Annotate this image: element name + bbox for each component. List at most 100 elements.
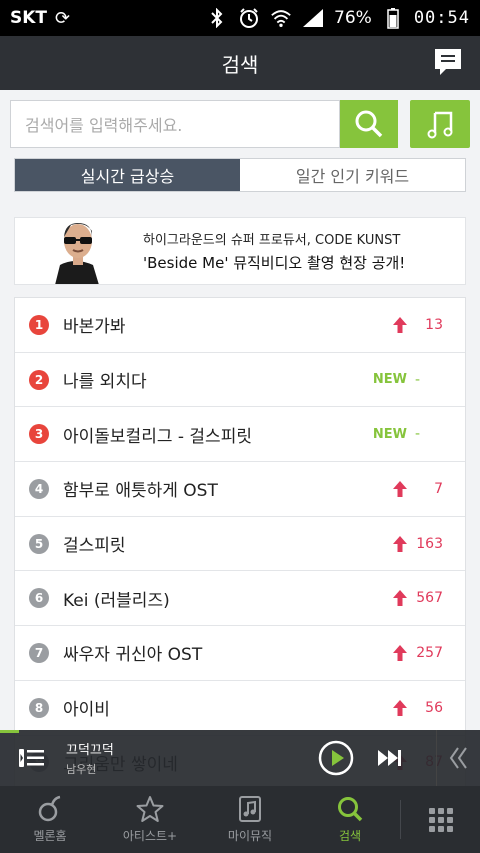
alarm-icon: [238, 7, 260, 29]
keyword-text: Kei (러블리즈): [63, 590, 170, 611]
keyword-list: 1 바본가봐 13 2 나를 외치다 NEW -3 아이돌보컬리그 - 걸스피릿 NEW -4 함부…: [14, 297, 466, 792]
page-title: 검색: [221, 52, 259, 77]
rank-change: NEW -: [373, 407, 443, 461]
nav-label-home: 멜론홈: [33, 829, 67, 843]
keyword-text: 아이돌보컬리그 - 걸스피릿: [63, 426, 252, 447]
search-bar: 검색어를 입력해주세요.: [10, 100, 470, 150]
nav-search[interactable]: 검색: [300, 786, 400, 853]
arrow-up-icon: [393, 535, 407, 552]
play-button[interactable]: [318, 740, 354, 776]
nav-artist-plus[interactable]: 아티스트+: [100, 786, 200, 853]
artist-photo: [15, 218, 125, 284]
rank-change: 56: [393, 681, 443, 735]
new-badge: NEW: [372, 426, 407, 442]
promo-banner[interactable]: 하이그라운드의 슈퍼 프로듀서, CODE KUNST 'Beside Me' …: [14, 217, 466, 285]
banner-text: 하이그라운드의 슈퍼 프로듀서, CODE KUNST 'Beside Me' …: [125, 229, 405, 273]
rank-delta: -: [415, 371, 421, 388]
music-file-icon: [239, 796, 261, 822]
song-title: 끄덕끄덕: [66, 743, 114, 758]
collapse-player-button[interactable]: [436, 730, 480, 786]
rank-change: 257: [393, 626, 443, 680]
rank-badge: 1: [29, 314, 49, 335]
arrow-up-icon: [393, 316, 407, 333]
keyword-text: 함부로 애틋하게 OST: [63, 481, 218, 502]
keyword-text: 걸스피릿: [63, 536, 126, 557]
play-icon: [318, 740, 354, 776]
clock: 00:54: [413, 8, 470, 28]
now-playing: 끄덕끄덕 남우현: [66, 739, 114, 777]
keyword-row[interactable]: 2 나를 외치다 NEW -: [15, 353, 465, 408]
chat-icon[interactable]: [432, 46, 464, 78]
rank-change: 13: [393, 298, 443, 352]
sync-icon: ⟳: [55, 7, 71, 29]
keyword-row[interactable]: 1 바본가봐 13: [15, 298, 465, 353]
menu-grid-button[interactable]: [401, 786, 480, 853]
search-icon: [355, 110, 383, 138]
grid-menu-icon: [428, 807, 453, 832]
song-artist: 남우현: [66, 763, 97, 776]
music-note-icon: [427, 111, 453, 139]
status-icons: 76% 00:54: [206, 7, 470, 29]
wifi-icon: [270, 7, 292, 29]
rank-change: 567: [393, 571, 443, 625]
keyword-row[interactable]: 4 함부로 애틋하게 OST 7: [15, 462, 465, 517]
rank-delta: 13: [425, 316, 443, 333]
rank-delta: -: [415, 426, 421, 443]
battery-percent: 76%: [334, 8, 372, 28]
playlist-icon[interactable]: [18, 746, 46, 770]
rank-badge: 6: [29, 588, 49, 609]
keyword-row[interactable]: 6 Kei (러블리즈) 567: [15, 571, 465, 627]
arrow-up-icon: [393, 644, 407, 661]
arrow-up-icon: [393, 699, 407, 716]
arrow-up-icon: [393, 590, 407, 607]
banner-line-1: 하이그라운드의 슈퍼 프로듀서, CODE KUNST: [143, 233, 401, 248]
nav-melon-home[interactable]: 멜론홈: [0, 786, 100, 853]
keyword-row[interactable]: 7 싸우자 귀신아 OST 257: [15, 626, 465, 681]
mini-player[interactable]: 끄덕끄덕 남우현: [0, 730, 480, 786]
music-search-button[interactable]: [410, 100, 470, 148]
rank-badge: 5: [29, 533, 49, 554]
rank-badge: 8: [29, 697, 49, 718]
app-header: 검색: [0, 36, 480, 90]
keyword-row[interactable]: 3 아이돌보컬리그 - 걸스피릿 NEW -: [15, 407, 465, 463]
keyword-row[interactable]: 8 아이비 56: [15, 681, 465, 736]
rank-delta: 163: [416, 535, 443, 552]
rank-delta: 567: [416, 590, 443, 607]
new-badge: NEW: [372, 372, 407, 388]
keyword-tabs: 실시간 급상승 일간 인기 키워드: [14, 158, 466, 192]
arrow-up-icon: [393, 480, 407, 497]
playback-progress: [0, 730, 20, 733]
next-button[interactable]: [376, 748, 404, 768]
nav-label-mymusic: 마이뮤직: [227, 829, 273, 843]
skip-next-icon: [378, 750, 401, 766]
tab-realtime[interactable]: 실시간 급상승: [15, 159, 240, 191]
rank-badge: 2: [29, 369, 49, 390]
tab-daily[interactable]: 일간 인기 키워드: [240, 159, 465, 191]
rank-change: 163: [393, 517, 443, 571]
bluetooth-icon: [206, 7, 228, 29]
keyword-row[interactable]: 5 걸스피릿 163: [15, 517, 465, 572]
rank-badge: 3: [29, 424, 49, 445]
battery-icon: [382, 7, 404, 29]
signal-icon: [302, 7, 324, 29]
nav-label-search: 검색: [338, 829, 362, 843]
search-button[interactable]: [340, 100, 398, 148]
search-icon: [338, 797, 363, 822]
status-bar: SKT ⟳ 76% 00:54: [0, 0, 480, 36]
rank-change: 7: [393, 462, 443, 516]
melon-note-icon: [38, 795, 61, 822]
rank-badge: 4: [29, 478, 49, 499]
rank-delta: 7: [434, 480, 443, 497]
rank-delta: 257: [416, 644, 443, 661]
search-input[interactable]: 검색어를 입력해주세요.: [10, 100, 340, 148]
bottom-nav: 멜론홈 아티스트+ 마이뮤직 검색: [0, 786, 480, 853]
carrier-label: SKT: [10, 8, 48, 28]
keyword-text: 나를 외치다: [63, 372, 147, 393]
keyword-text: 바본가봐: [63, 317, 126, 338]
rank-delta: 56: [425, 699, 443, 716]
keyword-text: 아이비: [63, 700, 110, 721]
nav-my-music[interactable]: 마이뮤직: [200, 786, 300, 853]
rank-change: NEW -: [373, 353, 443, 407]
keyword-text: 싸우자 귀신아 OST: [63, 645, 203, 666]
nav-label-artist: 아티스트+: [122, 829, 178, 843]
